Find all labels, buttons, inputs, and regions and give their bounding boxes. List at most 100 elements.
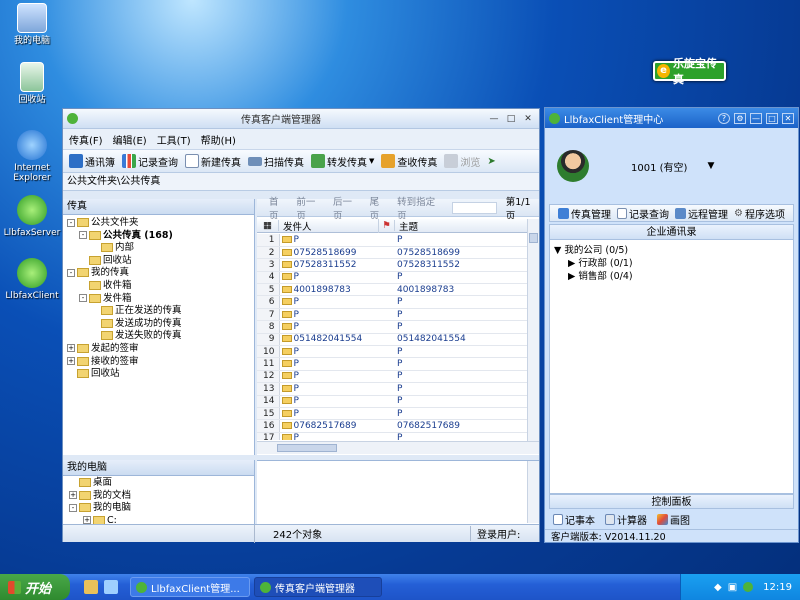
start-button[interactable]: 开始: [0, 574, 70, 600]
table-row[interactable]: 1 P P: [257, 234, 527, 247]
task-fax-manager[interactable]: 传真客户端管理器: [254, 577, 382, 597]
help-button[interactable]: ?: [718, 112, 730, 124]
table-row[interactable]: 13 P P: [257, 382, 527, 396]
quicklaunch-explorer-icon[interactable]: [84, 580, 98, 594]
collapse-icon[interactable]: -: [67, 268, 75, 277]
menu-edit[interactable]: 编辑(E): [113, 132, 147, 147]
toolbar-overflow-icon[interactable]: ➤: [487, 156, 495, 167]
tree-item-company[interactable]: ▼ 我的公司 (0/5): [554, 242, 793, 256]
menu-help[interactable]: 帮助(H): [201, 132, 236, 147]
minimize-button[interactable]: —: [487, 113, 501, 125]
tray-fax-icon[interactable]: [743, 582, 754, 592]
table-row[interactable]: 8 P P: [257, 320, 527, 334]
quicklaunch-desktop-icon[interactable]: [104, 580, 118, 594]
close-button[interactable]: ✕: [521, 113, 535, 125]
close-button[interactable]: ✕: [782, 112, 794, 124]
tree-item[interactable]: 发送成功的传真: [67, 318, 254, 331]
remote-management-button[interactable]: 远程管理: [675, 206, 728, 221]
table-row[interactable]: 4 P P: [257, 271, 527, 285]
tree-item[interactable]: 正在发送的传真: [67, 305, 254, 318]
desktop-icon-llbfaxserver[interactable]: LlbfaxServer: [2, 195, 62, 238]
computer-tree-item[interactable]: + 我的文档: [69, 490, 254, 503]
expand-icon[interactable]: +: [69, 491, 77, 500]
next-page-button[interactable]: 后一页: [333, 194, 361, 222]
table-row[interactable]: 14 P P: [257, 395, 527, 408]
fax-management-button[interactable]: 传真管理: [558, 206, 611, 221]
computer-tree-item[interactable]: - 我的电脑: [69, 502, 254, 515]
preview-scrollbar[interactable]: [527, 461, 539, 523]
forward-fax-button[interactable]: 转发传真 ▼: [311, 154, 374, 169]
desktop-icon-my-computer[interactable]: 我的电脑: [2, 3, 62, 46]
select-all-icon[interactable]: ▦: [257, 220, 279, 231]
table-row[interactable]: 10 P P: [257, 345, 527, 359]
browse-button[interactable]: 浏览: [444, 154, 480, 169]
collapse-icon[interactable]: -: [79, 294, 87, 303]
table-row[interactable]: 16 07682517689 07682517689: [257, 419, 527, 433]
tree-item[interactable]: - 公共传真 (168): [67, 230, 254, 243]
settings-button[interactable]: ⚙: [734, 112, 746, 124]
tree-item[interactable]: 发送失败的传真: [67, 330, 254, 343]
tray-shield-icon[interactable]: ◆: [714, 582, 722, 593]
table-row[interactable]: 15 P P: [257, 407, 527, 421]
table-row[interactable]: 6 P P: [257, 295, 527, 309]
desktop-icon-recycle-bin[interactable]: 回收站: [2, 62, 62, 105]
prev-page-button[interactable]: 前一页: [296, 194, 324, 222]
menu-fax[interactable]: 传真(F): [69, 132, 103, 147]
desktop-icon-internet-explorer[interactable]: Internet Explorer: [2, 130, 62, 183]
table-row[interactable]: 7 P P: [257, 308, 527, 322]
program-options-button[interactable]: ⚙ 程序选项: [734, 206, 785, 221]
flag-icon[interactable]: ⚑: [379, 220, 395, 231]
hscroll-thumb[interactable]: [277, 444, 337, 452]
desktop-icon-llbfaxclient[interactable]: LlbfaxClient: [2, 258, 62, 301]
maximize-button[interactable]: □: [766, 112, 778, 124]
paint-button[interactable]: 画图: [657, 512, 690, 527]
page-input[interactable]: [452, 201, 497, 214]
column-sender[interactable]: 发件人: [279, 218, 379, 233]
menu-tools[interactable]: 工具(T): [157, 132, 191, 147]
first-page-button[interactable]: 首页: [269, 194, 287, 222]
collapse-icon[interactable]: -: [79, 231, 87, 240]
table-row[interactable]: 12 P P: [257, 370, 527, 384]
collapse-icon[interactable]: ▼: [554, 245, 561, 256]
goto-page-button[interactable]: 转到指定页: [397, 194, 443, 222]
tree-item[interactable]: - 我的传真: [67, 267, 254, 280]
task-client-manager[interactable]: LlbfaxClient管理...: [130, 577, 250, 597]
status-dropdown-icon[interactable]: ▼: [707, 161, 714, 171]
clock[interactable]: 12:19: [763, 582, 792, 593]
last-page-button[interactable]: 尾页: [370, 194, 388, 222]
table-row[interactable]: 5 4001898783 4001898783: [257, 283, 527, 297]
collapse-icon[interactable]: -: [69, 503, 77, 512]
tree-item-admin[interactable]: ▶ 行政部 (0/1): [554, 255, 793, 269]
table-row[interactable]: 9 051482041554 051482041554: [257, 333, 527, 347]
receive-fax-button[interactable]: 查收传真: [381, 154, 437, 169]
list-scrollbar[interactable]: [527, 219, 539, 441]
tree-item-sales[interactable]: ▶ 销售部 (0/4): [554, 268, 793, 282]
address-book-button[interactable]: 通讯簿: [69, 154, 115, 169]
tree-item[interactable]: 回收站: [67, 255, 254, 268]
scroll-thumb[interactable]: [529, 233, 538, 243]
chevron-down-icon[interactable]: ▼: [369, 157, 374, 165]
record-query-button[interactable]: 记录查询: [122, 154, 178, 169]
column-subject[interactable]: 主题: [395, 219, 527, 233]
collapse-icon[interactable]: -: [67, 218, 75, 227]
expand-icon[interactable]: +: [67, 357, 75, 366]
scan-fax-button[interactable]: 扫描传真: [248, 154, 304, 169]
tree-item[interactable]: + 发起的签审: [67, 343, 254, 356]
maximize-button[interactable]: □: [504, 113, 518, 125]
tree-item[interactable]: 收件箱: [67, 280, 254, 293]
tree-item[interactable]: - 发件箱: [67, 293, 254, 306]
horizontal-scrollbar[interactable]: [257, 441, 539, 454]
calculator-button[interactable]: 计算器: [605, 512, 647, 527]
expand-icon[interactable]: ▶: [568, 271, 575, 282]
table-row[interactable]: 2 07528518699 07528518699: [257, 246, 527, 260]
record-query-button[interactable]: 记录查询: [617, 206, 669, 221]
minimize-button[interactable]: —: [750, 112, 762, 124]
tree-item[interactable]: 内部: [67, 242, 254, 255]
tree-item[interactable]: + 接收的签审: [67, 356, 254, 369]
new-fax-button[interactable]: 新建传真: [185, 154, 241, 169]
tree-item[interactable]: - 公共文件夹: [67, 217, 254, 230]
notepad-button[interactable]: 记事本: [553, 512, 595, 527]
tree-item[interactable]: 回收站: [67, 368, 254, 381]
expand-icon[interactable]: +: [67, 344, 75, 353]
computer-tree-item[interactable]: 桌面: [69, 477, 254, 490]
